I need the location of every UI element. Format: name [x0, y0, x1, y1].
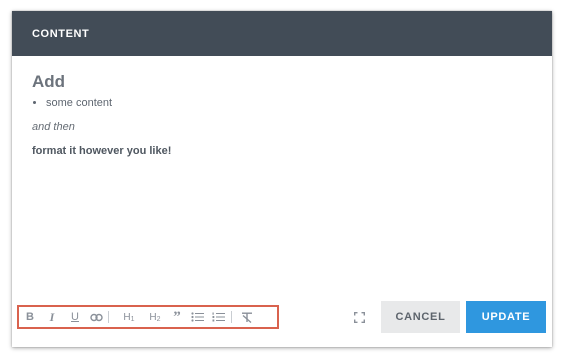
clear-format-icon	[242, 312, 252, 323]
heading1-sub: 1	[130, 315, 135, 323]
content-bullet-list: some content	[32, 96, 532, 110]
content-dialog: CONTENT Add some content and then format…	[12, 11, 552, 347]
content-bold-paragraph: format it however you like!	[32, 145, 172, 157]
heading1-icon: H	[123, 311, 131, 323]
toolbar-divider	[108, 311, 109, 323]
list-item: some content	[46, 96, 532, 110]
blockquote-icon: ”	[173, 308, 181, 325]
content-heading: Add	[32, 72, 66, 91]
toolbar-divider	[231, 311, 232, 323]
dialog-footer: B I U H1 H2 ” CANCEL UPDATE	[12, 301, 552, 347]
numbered-list-button[interactable]	[210, 308, 226, 326]
link-icon	[89, 313, 103, 321]
dialog-title: CONTENT	[32, 27, 90, 40]
fullscreen-button[interactable]	[351, 309, 367, 325]
cancel-button[interactable]: CANCEL	[381, 301, 460, 333]
numbered-list-icon	[212, 312, 225, 322]
dialog-header: CONTENT	[12, 11, 552, 56]
heading1-button[interactable]: H1	[118, 308, 140, 326]
bullet-list-button[interactable]	[189, 308, 205, 326]
heading2-sub: 2	[156, 315, 161, 323]
heading2-button[interactable]: H2	[146, 308, 164, 326]
fullscreen-icon	[353, 311, 365, 323]
content-italic-paragraph: and then	[32, 121, 75, 133]
bold-button[interactable]: B	[24, 308, 36, 326]
heading2-icon: H	[149, 311, 157, 323]
rich-text-editor[interactable]: Add some content and then format it howe…	[12, 56, 552, 301]
clear-format-button[interactable]	[239, 308, 255, 326]
italic-button[interactable]: I	[45, 308, 59, 326]
formatting-toolbar: B I U H1 H2 ”	[17, 305, 279, 329]
blockquote-button[interactable]: ”	[170, 308, 184, 326]
underline-button[interactable]: U	[68, 308, 82, 326]
update-button[interactable]: UPDATE	[466, 301, 546, 333]
link-button[interactable]	[89, 308, 103, 326]
bullet-list-icon	[190, 312, 204, 322]
